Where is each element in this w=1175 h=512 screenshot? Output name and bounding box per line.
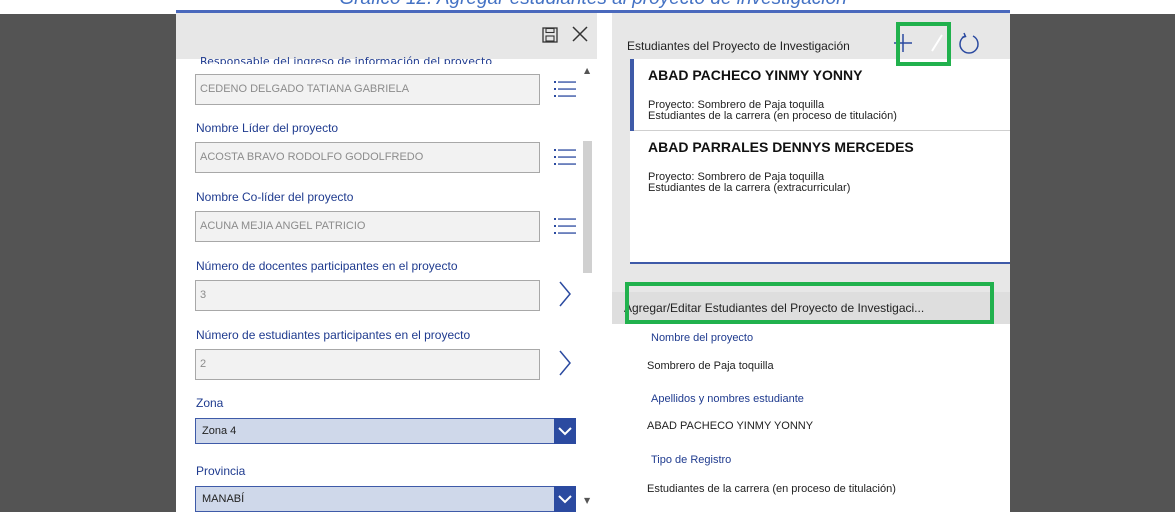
student-type: Estudiantes de la carrera (en proceso de… — [648, 110, 897, 122]
refresh-icon[interactable] — [957, 31, 981, 55]
form-title-highlight — [625, 282, 994, 324]
scroll-up-icon[interactable]: ▲ — [584, 66, 590, 75]
list-gutter — [612, 59, 630, 264]
lider-label: Nombre Líder del proyecto — [196, 121, 339, 135]
list-icon[interactable] — [554, 148, 576, 166]
left-background — [0, 14, 176, 512]
students-gallery: ABAD PACHECO YINMY YONNY Proyecto: Sombr… — [630, 59, 1010, 264]
provincia-label: Provincia — [196, 464, 246, 478]
scrollbar-thumb[interactable] — [583, 141, 592, 273]
student-name: ABAD PARRALES DENNYS MERCEDES — [648, 139, 914, 155]
project-name-value: Sombrero de Paja toquilla — [647, 360, 774, 372]
responsable-label: Responsable del ingreso de información d… — [200, 55, 493, 64]
record-type-label: Tipo de Registro — [651, 454, 732, 466]
chevron-down-icon[interactable] — [554, 486, 576, 512]
student-type: Estudiantes de la carrera (extracurricul… — [648, 182, 851, 194]
add-button-highlight — [896, 22, 951, 66]
docentes-input[interactable]: 3 — [195, 280, 540, 311]
zona-label: Zona — [196, 396, 224, 410]
project-name-label: Nombre del proyecto — [651, 332, 754, 344]
chevron-right-icon[interactable] — [558, 281, 572, 307]
record-type-value: Estudiantes de la carrera (en proceso de… — [647, 483, 896, 495]
list-item[interactable]: ABAD PACHECO YINMY YONNY Proyecto: Sombr… — [630, 59, 1010, 131]
scroll-down-icon[interactable]: ▼ — [584, 496, 590, 505]
list-icon[interactable] — [554, 217, 576, 235]
selected-indicator — [630, 59, 634, 131]
lider-input[interactable]: ACOSTA BRAVO RODOLFO GODOLFREDO — [195, 142, 540, 173]
figure-caption: Gráfico 12. Agregar estudiantes al proye… — [176, 0, 1010, 10]
student-label: Apellidos y nombres estudiante — [651, 393, 804, 405]
right-panel: Estudiantes del Proyecto de Investigació… — [612, 13, 1010, 512]
right-background — [1010, 14, 1175, 512]
list-item[interactable]: ABAD PARRALES DENNYS MERCEDES Proyecto: … — [630, 131, 1010, 203]
colider-input[interactable]: ACUNA MEJIA ANGEL PATRICIO — [195, 211, 540, 242]
chevron-down-icon[interactable] — [554, 418, 576, 444]
zona-value: Zona 4 — [202, 425, 237, 437]
zona-dropdown[interactable]: Zona 4 — [195, 418, 576, 444]
top-accent-line — [176, 10, 1010, 13]
scrollbar-track[interactable] — [581, 70, 593, 512]
estudiantes-label: Número de estudiantes participantes en e… — [196, 328, 471, 342]
close-icon[interactable] — [569, 23, 591, 45]
colider-label: Nombre Co-líder del proyecto — [196, 190, 354, 204]
app-window: Responsable del ingreso de información d… — [176, 10, 1010, 512]
docentes-label: Número de docentes participantes en el p… — [196, 259, 458, 273]
estudiantes-input[interactable]: 2 — [195, 349, 540, 380]
save-icon[interactable] — [542, 27, 558, 43]
list-icon[interactable] — [554, 80, 576, 98]
provincia-value: MANABÍ — [202, 493, 245, 505]
provincia-dropdown[interactable]: MANABÍ — [195, 486, 576, 512]
panel-title: Estudiantes del Proyecto de Investigació… — [627, 39, 850, 53]
left-panel-header — [176, 13, 597, 59]
student-value: ABAD PACHECO YINMY YONNY — [647, 420, 814, 432]
responsable-input[interactable]: CEDENO DELGADO TATIANA GABRIELA — [195, 74, 540, 105]
chevron-right-icon[interactable] — [558, 350, 572, 376]
student-name: ABAD PACHECO YINMY YONNY — [648, 67, 863, 83]
